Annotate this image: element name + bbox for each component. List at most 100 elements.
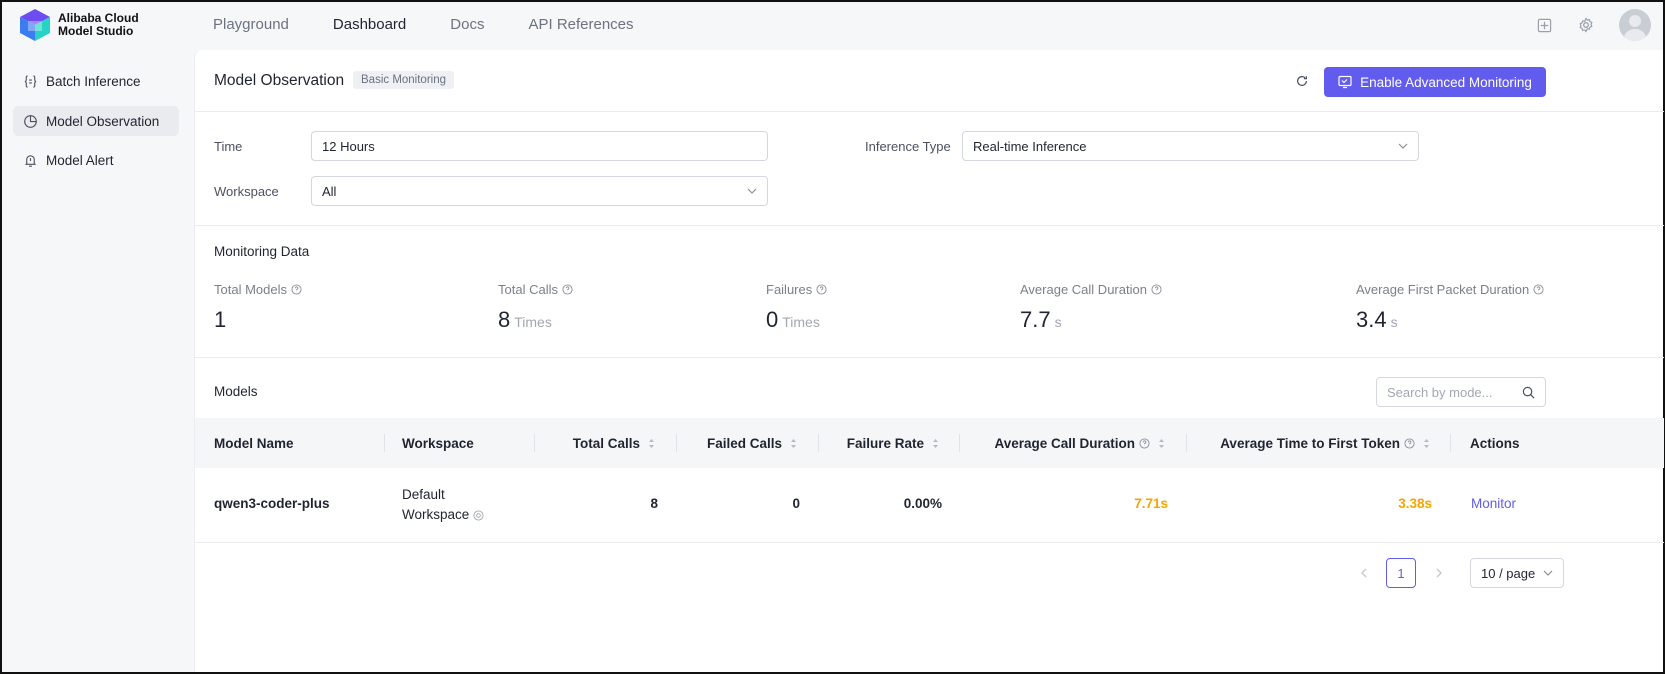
workspace-name-line2: Workspace xyxy=(402,507,470,522)
cell-average-call-duration: 7.71s xyxy=(1134,496,1168,511)
help-icon[interactable] xyxy=(1151,284,1162,295)
sidebar-item-model-alert[interactable]: Model Alert xyxy=(13,145,179,175)
cell-average-first-token: 3.38s xyxy=(1398,496,1432,511)
chevron-down-icon xyxy=(1398,143,1408,149)
sidebar-item-batch-inference[interactable]: Batch Inference xyxy=(13,66,179,96)
time-label: Time xyxy=(214,139,243,154)
stat-failures: Failures 0 Times xyxy=(766,282,827,333)
stat-unit: Times xyxy=(782,314,820,330)
column-label: Total Calls xyxy=(572,435,640,451)
stat-average-call-duration: Average Call Duration 7.7 s xyxy=(1020,282,1162,333)
refresh-icon[interactable] xyxy=(1295,74,1311,90)
stat-value: 0 xyxy=(766,307,779,332)
page-size-select[interactable]: 10 / page xyxy=(1470,558,1564,588)
gear-icon[interactable] xyxy=(1577,16,1595,34)
search-input[interactable]: Search by mode... xyxy=(1376,377,1546,407)
main-panel: Model Observation Basic Monitoring Enabl… xyxy=(194,50,1664,672)
search-placeholder: Search by mode... xyxy=(1387,384,1493,400)
nav-docs[interactable]: Docs xyxy=(450,15,484,35)
stat-label: Failures xyxy=(766,282,813,297)
col-failure-rate[interactable]: Failure Rate xyxy=(827,418,939,468)
sidebar-item-model-observation[interactable]: Model Observation xyxy=(13,106,179,136)
time-range-input[interactable]: 12 Hours xyxy=(311,131,768,161)
workspace-name-line1: Default xyxy=(402,487,445,502)
sort-icon xyxy=(933,438,938,448)
divider xyxy=(195,111,1664,112)
column-label: Failure Rate xyxy=(846,435,924,451)
top-bar: Alibaba Cloud Model Studio Playground Da… xyxy=(2,2,1663,50)
stat-value: 8 xyxy=(498,307,511,332)
brand-name-line2: Model Studio xyxy=(58,24,134,38)
user-avatar[interactable] xyxy=(1619,9,1651,41)
stat-total-calls: Total Calls 8 Times xyxy=(498,282,573,333)
sidebar: Batch Inference Model Observation Model … xyxy=(2,50,194,672)
col-workspace: Workspace xyxy=(402,435,474,451)
nav-api-references[interactable]: API References xyxy=(528,15,633,35)
workspace-select[interactable]: All xyxy=(311,176,768,206)
sidebar-item-label: Model Alert xyxy=(46,152,114,168)
search-icon[interactable] xyxy=(1522,386,1535,399)
help-icon[interactable] xyxy=(1404,437,1415,449)
sidebar-item-label: Batch Inference xyxy=(46,73,141,89)
cell-workspace: Default Workspace xyxy=(402,485,484,525)
help-icon[interactable] xyxy=(1139,437,1150,449)
col-average-time-to-first-token[interactable]: Average Time to First Token xyxy=(1205,418,1430,468)
brand-logo[interactable]: Alibaba Cloud Model Studio xyxy=(20,9,139,41)
logo-icon xyxy=(20,9,50,41)
inference-type-label: Inference Type xyxy=(865,139,951,154)
braces-icon xyxy=(22,73,38,89)
col-failed-calls[interactable]: Failed Calls xyxy=(685,418,797,468)
sort-icon xyxy=(1424,438,1429,448)
page-number-button[interactable]: 1 xyxy=(1386,558,1416,588)
help-icon[interactable] xyxy=(562,284,573,295)
chevron-down-icon xyxy=(747,188,757,194)
stat-average-first-packet-duration: Average First Packet Duration 3.4 s xyxy=(1356,282,1544,333)
workspace-label: Workspace xyxy=(214,184,279,199)
pie-chart-icon xyxy=(22,113,38,129)
stat-label: Average Call Duration xyxy=(1020,282,1147,297)
column-label: Average Call Duration xyxy=(994,435,1135,451)
col-actions: Actions xyxy=(1470,435,1520,451)
help-icon[interactable] xyxy=(816,284,827,295)
info-icon[interactable] xyxy=(473,509,484,521)
nav-playground[interactable]: Playground xyxy=(213,15,289,35)
enable-advanced-monitoring-button[interactable]: Enable Advanced Monitoring xyxy=(1324,67,1546,97)
button-label: Enable Advanced Monitoring xyxy=(1360,74,1532,90)
chevron-down-icon xyxy=(1543,570,1553,576)
chevron-right-icon[interactable] xyxy=(1433,567,1445,579)
monitor-link[interactable]: Monitor xyxy=(1471,496,1516,511)
page-title: Model Observation xyxy=(214,72,345,89)
stat-label: Total Calls xyxy=(498,282,558,297)
stat-value: 1 xyxy=(214,307,227,332)
column-label: Failed Calls xyxy=(706,435,782,451)
time-range-value: 12 Hours xyxy=(322,138,375,154)
layout-icon[interactable] xyxy=(1535,16,1553,34)
cell-model-name: qwen3-coder-plus xyxy=(214,496,330,511)
inference-type-select[interactable]: Real-time Inference xyxy=(962,131,1419,161)
sort-icon xyxy=(649,438,654,448)
col-average-call-duration[interactable]: Average Call Duration xyxy=(975,418,1165,468)
top-nav: Playground Dashboard Docs API References xyxy=(213,15,678,35)
sort-icon xyxy=(1159,438,1164,448)
cell-failure-rate: 0.00% xyxy=(903,496,942,511)
help-icon[interactable] xyxy=(291,284,302,295)
divider xyxy=(195,357,1664,358)
sidebar-item-label: Model Observation xyxy=(46,113,160,129)
stat-value: 7.7 xyxy=(1020,307,1051,332)
col-total-calls[interactable]: Total Calls xyxy=(545,418,655,468)
bell-icon xyxy=(22,152,38,168)
nav-dashboard[interactable]: Dashboard xyxy=(333,15,406,35)
inference-type-value: Real-time Inference xyxy=(973,138,1087,154)
chevron-left-icon[interactable] xyxy=(1358,567,1370,579)
col-model-name: Model Name xyxy=(214,435,294,451)
table-header: Model Name Workspace Total Calls Failed … xyxy=(195,418,1664,468)
table-row: qwen3-coder-plus Default Workspace 8 0 0… xyxy=(195,468,1664,543)
help-icon[interactable] xyxy=(1533,284,1544,295)
status-badge: Basic Monitoring xyxy=(353,71,455,89)
models-title: Models xyxy=(214,384,258,399)
stat-unit: s xyxy=(1390,314,1398,330)
stat-unit: Times xyxy=(514,314,552,330)
cell-failed-calls: 0 xyxy=(792,496,800,511)
stat-unit: s xyxy=(1054,314,1062,330)
column-label: Average Time to First Token xyxy=(1220,435,1400,451)
